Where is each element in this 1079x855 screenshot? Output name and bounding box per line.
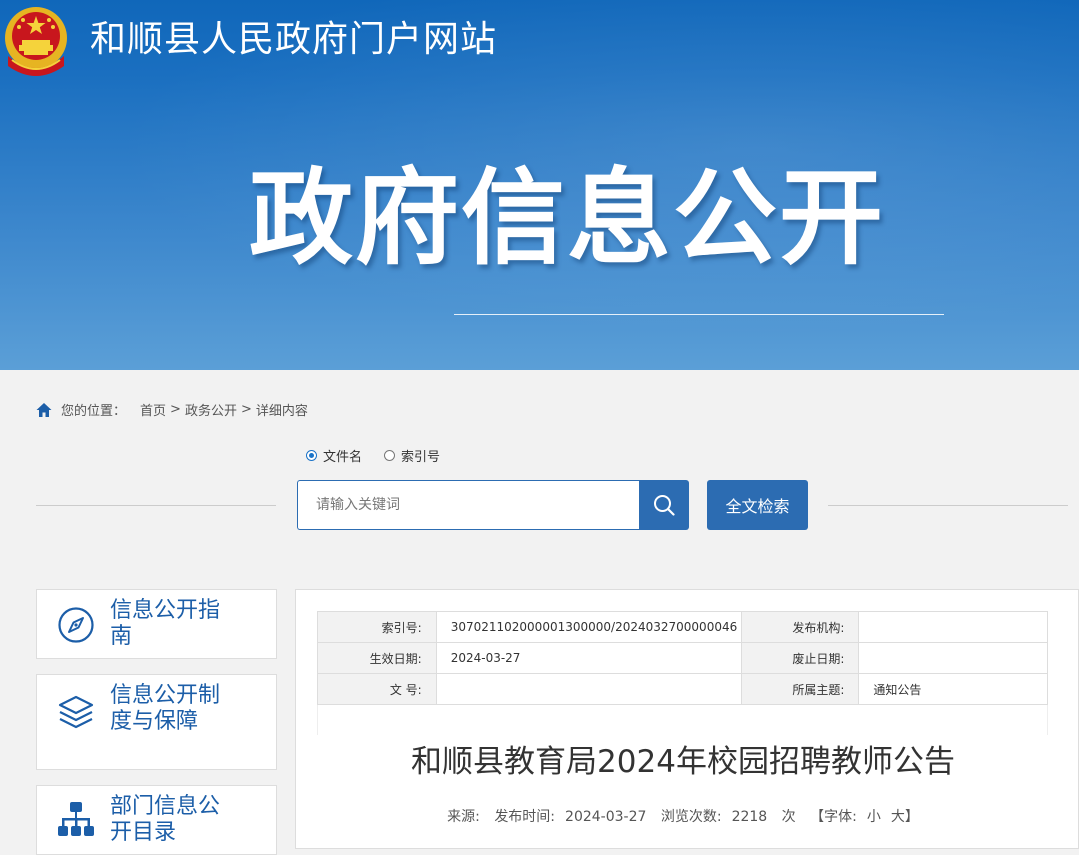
- publish-date-value: 2024-03-27: [565, 809, 647, 825]
- sidebar-item-label: 信息公开制度与保障: [110, 683, 221, 734]
- search-divider-left: [36, 505, 276, 506]
- compass-icon: [58, 607, 94, 643]
- meta-effective-label: 生效日期:: [317, 642, 437, 674]
- radio-index-number-label: 索引号: [401, 450, 441, 465]
- publish-date-label: 发布时间:: [494, 809, 556, 825]
- views-unit: 次: [781, 809, 796, 825]
- meta-row: 文 号: 所属主题: 通知公告: [317, 673, 1048, 705]
- search-icon: [654, 495, 675, 516]
- breadcrumb-gov-affairs-link[interactable]: 政务公开: [185, 400, 237, 419]
- national-emblem-icon: [5, 7, 67, 76]
- font-size-label: 【字体:: [810, 809, 857, 825]
- header-banner: 和顺县人民政府门户网站 政府信息公开: [0, 0, 1079, 370]
- meta-docno-label: 文 号:: [317, 673, 437, 705]
- layers-icon: [58, 695, 94, 729]
- document-meta-table: 索引号: 307021102000001300000/2024032700000…: [317, 611, 1048, 705]
- meta-expiry-value: [858, 642, 1048, 674]
- breadcrumb-prefix: 您的位置：: [61, 404, 127, 419]
- radio-index-number[interactable]: 索引号: [384, 446, 440, 465]
- meta-topic-label: 所属主题:: [740, 673, 860, 705]
- sidebar-item-label: 信息公开指南: [110, 598, 221, 649]
- meta-topic-value: 通知公告: [858, 673, 1048, 705]
- search-input[interactable]: [297, 480, 639, 530]
- search-button[interactable]: [639, 480, 689, 530]
- font-size-large-button[interactable]: 大】: [891, 809, 919, 825]
- meta-docno-value: [435, 673, 742, 705]
- source-label: 来源:: [447, 809, 480, 825]
- meta-blank-row: [317, 705, 1048, 735]
- breadcrumb-current: 详细内容: [255, 404, 308, 419]
- radio-filename[interactable]: 文件名: [306, 446, 362, 465]
- radio-index-number-control[interactable]: [384, 450, 396, 461]
- meta-index-label: 索引号:: [317, 611, 437, 643]
- search-divider-right: [828, 505, 1068, 506]
- hero-title: 政府信息公开: [249, 157, 886, 279]
- meta-publisher-label: 发布机构:: [740, 611, 860, 643]
- sidebar-item-department-catalog[interactable]: 部门信息公开目录: [36, 785, 277, 855]
- breadcrumb: 您的位置： 首页 > 政务公开 > 详细内容: [36, 400, 308, 419]
- radio-filename-control[interactable]: [306, 450, 317, 461]
- meta-expiry-label: 废止日期:: [740, 642, 860, 674]
- breadcrumb-home-link[interactable]: 首页: [140, 400, 166, 419]
- radio-filename-label: 文件名: [323, 450, 363, 465]
- document-title: 和顺县教育局2024年校园招聘教师公告: [411, 744, 955, 780]
- home-icon[interactable]: [36, 402, 52, 418]
- meta-row: 生效日期: 2024-03-27 废止日期:: [317, 642, 1048, 674]
- document-panel: 索引号: 307021102000001300000/2024032700000…: [295, 589, 1079, 849]
- views-count: 2218: [731, 809, 768, 825]
- document-info-bar: 来源: 发布时间: 2024-03-27 浏览次数: 2218 次 【字体: 小大】: [296, 806, 1070, 826]
- meta-index-value: 307021102000001300000/2024032700000046: [435, 611, 742, 643]
- breadcrumb-separator: >: [240, 402, 252, 417]
- meta-row: 索引号: 307021102000001300000/2024032700000…: [317, 611, 1048, 643]
- site-title: 和顺县人民政府门户网站: [90, 19, 498, 60]
- fulltext-search-button[interactable]: 全文检索: [707, 480, 808, 530]
- sidebar-item-disclosure-system[interactable]: 信息公开制度与保障: [36, 674, 277, 770]
- breadcrumb-separator: >: [170, 402, 181, 417]
- font-size-small-button[interactable]: 小: [867, 809, 881, 825]
- sidebar-item-disclosure-guide[interactable]: 信息公开指南: [36, 589, 277, 659]
- org-chart-icon: [58, 802, 94, 836]
- hero-divider: [454, 314, 944, 315]
- search-type-options: 文件名 索引号: [306, 446, 462, 465]
- meta-publisher-value: [858, 611, 1048, 643]
- meta-effective-value: 2024-03-27: [435, 642, 742, 674]
- sidebar-item-label: 部门信息公开目录: [110, 794, 221, 845]
- views-label: 浏览次数:: [660, 809, 722, 825]
